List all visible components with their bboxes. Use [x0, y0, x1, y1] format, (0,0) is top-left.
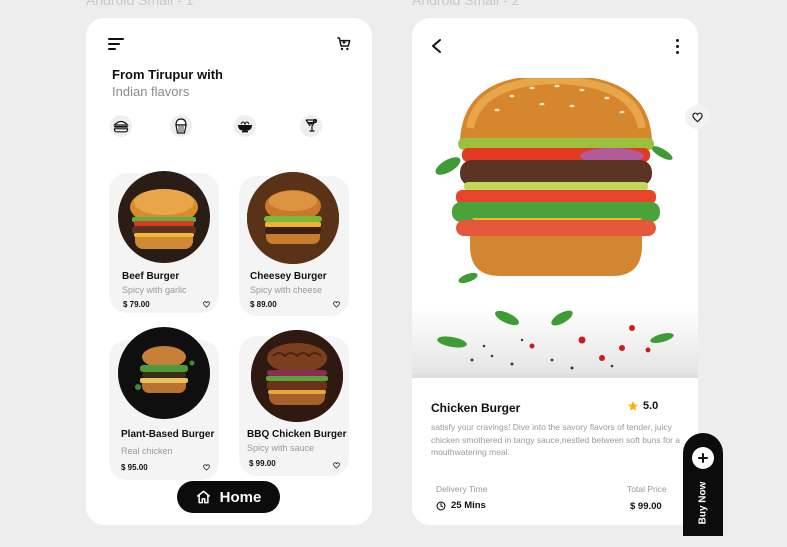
- product-description: satisfy your cravings! Dive into the sav…: [431, 422, 681, 457]
- product-image: [118, 171, 210, 263]
- product-price: $ 79.00: [123, 300, 150, 309]
- product-description: Spicy with cheese: [250, 285, 323, 295]
- category-noodle-bowl[interactable]: [234, 115, 256, 137]
- product-image: [251, 330, 343, 422]
- product-image: [118, 327, 210, 419]
- buy-now-button[interactable]: Buy Now: [683, 433, 723, 536]
- product-description: Spicy with garlic: [122, 285, 187, 295]
- burger-photo: [247, 172, 339, 264]
- product-card[interactable]: Cheesey Burger Spicy with cheese $ 89.00: [239, 172, 349, 316]
- category-drink[interactable]: [300, 115, 322, 137]
- product-price: $ 89.00: [250, 300, 277, 309]
- total-price-label: Total Price: [627, 484, 667, 494]
- rating: 5.0: [627, 400, 658, 412]
- heart-icon[interactable]: [203, 301, 210, 308]
- home-button[interactable]: Home: [177, 481, 280, 513]
- product-name: Plant-Based Burger: [121, 429, 215, 440]
- product-name: Beef Burger: [122, 271, 180, 282]
- screen-detail: Chicken Burger 5.0 satisfy your cravings…: [412, 18, 723, 536]
- divider: [412, 374, 698, 378]
- product-card[interactable]: Beef Burger Spicy with garlic $ 79.00: [109, 171, 219, 313]
- product-image: [247, 172, 339, 264]
- product-description: Spicy with sauce: [247, 443, 315, 453]
- heart-icon: [691, 112, 703, 122]
- page-heading: From Tirupur with: [112, 67, 223, 82]
- delivery-time: 25 Mins: [436, 500, 486, 511]
- product-description: Real chicken: [121, 446, 173, 456]
- more-options-icon[interactable]: [674, 38, 682, 56]
- delivery-time-label: Delivery Time: [436, 484, 488, 494]
- favorite-button[interactable]: [685, 105, 709, 129]
- product-name: BBQ Chicken Burger: [247, 429, 347, 440]
- frame-label-1: Android Small - 1: [86, 0, 194, 8]
- noodle-bowl-icon: [238, 121, 252, 133]
- screen-home: From Tirupur with Indian flavors Beef Bu…: [86, 18, 372, 525]
- delivery-time-value: 25 Mins: [451, 500, 486, 511]
- cupcake-icon: [175, 118, 187, 134]
- cart-icon[interactable]: [336, 36, 352, 52]
- product-card[interactable]: BBQ Chicken Burger Spicy with sauce $ 99…: [239, 330, 349, 476]
- plus-icon: [692, 447, 714, 469]
- burger-icon: [113, 120, 129, 133]
- home-icon: [196, 490, 210, 504]
- burger-photo: [251, 330, 343, 422]
- page-subheading: Indian flavors: [112, 84, 190, 99]
- product-price: $ 99.00: [249, 459, 276, 468]
- burger-photo: [135, 346, 195, 393]
- menu-icon[interactable]: [108, 38, 124, 50]
- category-burger[interactable]: [110, 115, 132, 137]
- category-cupcake[interactable]: [170, 115, 192, 137]
- burger-photo: [130, 189, 198, 249]
- product-title: Chicken Burger: [431, 401, 521, 415]
- clock-icon: [436, 501, 446, 510]
- total-price-value: $ 99.00: [630, 501, 662, 512]
- product-name: Cheesey Burger: [250, 271, 327, 282]
- rating-value: 5.0: [643, 400, 659, 412]
- drink-icon: [305, 118, 318, 132]
- back-arrow-icon[interactable]: [430, 38, 444, 54]
- heart-icon[interactable]: [333, 462, 340, 469]
- frame-label-2: Android Small - 2: [412, 0, 520, 8]
- home-button-label: Home: [219, 488, 262, 506]
- buy-now-label: Buy Now: [697, 481, 709, 525]
- product-price: $ 95.00: [121, 463, 148, 472]
- burger-hero-image: [412, 78, 698, 375]
- heart-icon[interactable]: [333, 301, 340, 308]
- heart-icon[interactable]: [203, 464, 210, 471]
- star-icon: [628, 401, 638, 411]
- product-card[interactable]: Plant-Based Burger Real chicken $ 95.00: [109, 327, 219, 480]
